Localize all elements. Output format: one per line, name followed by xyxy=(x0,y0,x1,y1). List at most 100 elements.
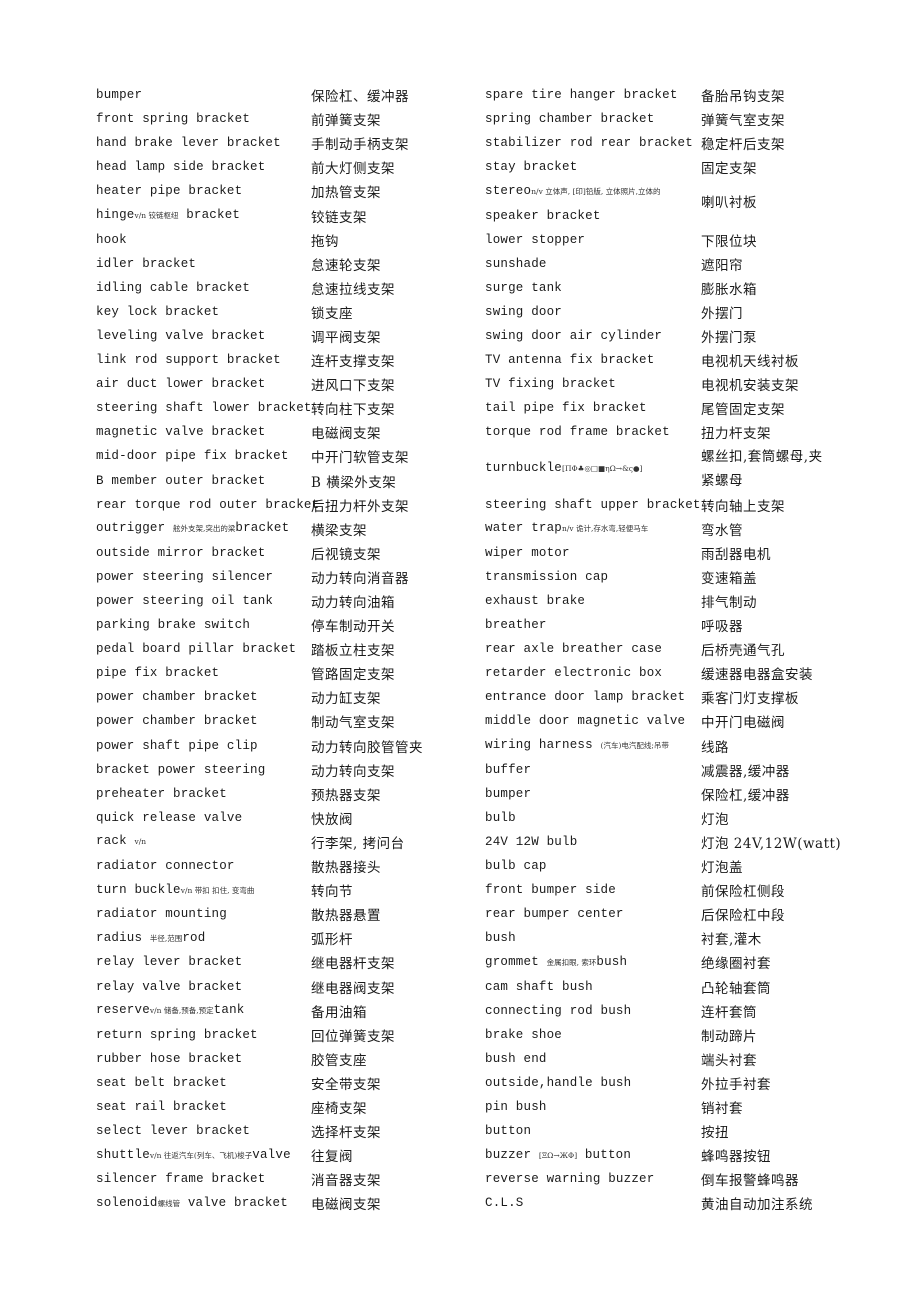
english-term: bulb cap xyxy=(485,859,547,874)
chinese-translation: 座椅支架 xyxy=(311,1100,367,1117)
glossary-row: TV antenna fix bracket 电视机天线衬板 xyxy=(485,348,841,372)
glossary-row: outside mirror bracket 后视镜支架 xyxy=(96,541,423,565)
glossary-row: spring chamber bracket 弹簧气室支架 xyxy=(485,107,841,131)
chinese-translation: 动力转向胶管管夹 xyxy=(311,739,423,756)
chinese-translation: 膨胀水箱 xyxy=(701,281,757,298)
chinese-translation: 后保险杠中段 xyxy=(701,908,785,925)
glossary-row: power chamber bracket 动力缸支架 xyxy=(96,685,423,709)
english-term: breather xyxy=(485,618,547,633)
inline-definition-note: (汽车)电汽配线;吊带 xyxy=(600,741,669,751)
chinese-translation: 消音器支架 xyxy=(311,1173,381,1190)
english-term-suffix: speaker bracket xyxy=(485,208,601,223)
english-term: radiator mounting xyxy=(96,907,227,922)
english-term: link rod support bracket xyxy=(96,353,281,368)
english-term-text: wiring harness xyxy=(485,738,601,753)
chinese-translation: 动力转向消音器 xyxy=(311,570,409,587)
english-term: mid-door pipe fix bracket xyxy=(96,449,289,464)
english-term: bumper xyxy=(96,88,143,103)
chinese-translation: 安全带支架 xyxy=(311,1076,381,1093)
glossary-row: stereon/v 立体声, [印]铅版, 立体照片,立体的 speaker br… xyxy=(485,179,841,227)
glossary-row: tail pipe fix bracket 尾管固定支架 xyxy=(485,396,841,420)
chinese-translation: 继电器阀支架 xyxy=(311,980,395,997)
english-term-suffix: bracket xyxy=(178,208,241,223)
inline-definition-note: v/n 铰链枢纽 xyxy=(134,211,179,221)
glossary-row: parking brake switch 停车制动开关 xyxy=(96,613,423,637)
chinese-translation: 进风口下支架 xyxy=(311,378,395,395)
chinese-translation: 电磁阀支架 xyxy=(311,1197,381,1214)
chinese-translation: 中开门电磁阀 xyxy=(701,715,785,732)
english-term: silencer frame bracket xyxy=(96,1172,266,1187)
glossary-row: swing door 外摆门 xyxy=(485,300,841,324)
glossary-row: power shaft pipe clip 动力转向胶管管夹 xyxy=(96,734,423,758)
english-term: turn bucklev/n 带扣 扣住, 变弯曲 xyxy=(96,878,311,903)
chinese-translation: 遮阳帘 xyxy=(701,257,743,274)
chinese-translation: 中开门软管支架 xyxy=(311,450,409,467)
chinese-translation: 呼吸器 xyxy=(701,619,743,636)
chinese-translation: 尾管固定支架 xyxy=(701,402,785,419)
chinese-translation: 蜂鸣器按钮 xyxy=(701,1149,771,1166)
chinese-translation: 保险杠,缓冲器 xyxy=(701,787,790,804)
chinese-translation: 稳定杆后支架 xyxy=(701,137,785,154)
chinese-translation: 继电器杆支架 xyxy=(311,956,395,973)
english-term: turnbuckle[ΠΦ♣◎□■ηΩ→&ς●] xyxy=(485,456,701,481)
english-term: swing door air cylinder xyxy=(485,328,663,343)
chinese-translation: 喇叭衬板 xyxy=(701,195,757,212)
english-term: power chamber bracket xyxy=(96,690,258,705)
chinese-translation: 倒车报警蜂鸣器 xyxy=(701,1173,799,1190)
english-term: idling cable bracket xyxy=(96,280,251,295)
chinese-translation: 动力转向支架 xyxy=(311,763,395,780)
english-term: hand brake lever bracket xyxy=(96,136,281,151)
glossary-column-right: spare tire hanger bracket 备胎吊钩支架 spring ch… xyxy=(485,83,841,1215)
glossary-row: reverse warning buzzer 倒车报警蜂鸣器 xyxy=(485,1167,841,1191)
glossary-row: idling cable bracket 怠速拉线支架 xyxy=(96,276,423,300)
chinese-translation: 线路 xyxy=(701,739,729,756)
chinese-translation: 预热器支架 xyxy=(311,787,381,804)
glossary-row: wiring harness (汽车)电汽配线;吊带 线路 xyxy=(485,734,841,758)
chinese-translation: 锁支座 xyxy=(311,305,353,322)
inline-definition-note: [ΞΩ→ЖΦ] xyxy=(538,1150,578,1160)
chinese-translation: 怠速轮支架 xyxy=(311,257,381,274)
glossary-row: buzzer [ΞΩ→ЖΦ] button 蜂鸣器按钮 xyxy=(485,1143,841,1167)
glossary-row: link rod support bracket 连杆支撑支架 xyxy=(96,348,423,372)
chinese-translation: 停车制动开关 xyxy=(311,619,395,636)
chinese-translation: 绝缘圈衬套 xyxy=(701,956,771,973)
chinese-translation: 往复阀 xyxy=(311,1149,353,1166)
english-term-suffix: valve bracket xyxy=(180,1195,288,1210)
glossary-row: torque rod frame bracket 扭力杆支架 xyxy=(485,420,841,444)
chinese-translation: 调平阀支架 xyxy=(311,329,381,346)
english-term: TV antenna fix bracket xyxy=(485,353,655,368)
document-page: bumper 保险杠、缓冲器 front spring bracket 前弹簧支架 ha… xyxy=(0,0,920,1302)
english-term: rear axle breather case xyxy=(485,642,663,657)
chinese-translation: 转向柱下支架 xyxy=(311,402,395,419)
english-term: shuttlev/n 往返汽车(列车、飞机)梭子valve xyxy=(96,1143,311,1168)
english-term-suffix: bush xyxy=(596,954,628,969)
glossary-row: 24V 12W bulb 灯泡 24V,12W(watt) xyxy=(485,830,841,854)
english-term: front bumper side xyxy=(485,883,616,898)
glossary-row: seat rail bracket 座椅支架 xyxy=(96,1095,423,1119)
english-term: spring chamber bracket xyxy=(485,112,655,127)
chinese-translation: 快放阀 xyxy=(311,811,353,828)
chinese-translation: B 横梁外支架 xyxy=(311,474,397,491)
chinese-translation: 销衬套 xyxy=(701,1100,743,1117)
glossary-row: exhaust brake 排气制动 xyxy=(485,589,841,613)
english-term: outrigger 舷外支架,突出的梁bracket xyxy=(96,516,311,541)
english-term: select lever bracket xyxy=(96,1124,251,1139)
english-term: reservev/n 储备,预备,预定tank xyxy=(96,998,311,1023)
english-term: bumper xyxy=(485,786,532,801)
chinese-translation: 踏板立柱支架 xyxy=(311,643,395,660)
glossary-row: hand brake lever bracket 手制动手柄支架 xyxy=(96,131,423,155)
english-term-text: turn buckle xyxy=(96,882,181,897)
inline-definition-note: v/n 储备,预备,预定 xyxy=(149,1006,214,1016)
glossary-row: bracket power steering 动力转向支架 xyxy=(96,758,423,782)
chinese-translation: 行李架, 拷问台 xyxy=(311,835,405,852)
glossary-row: stay bracket 固定支架 xyxy=(485,155,841,179)
glossary-row: front bumper side 前保险杠侧段 xyxy=(485,878,841,902)
chinese-translation: 衬套,灌木 xyxy=(701,932,762,949)
glossary-row: return spring bracket 回位弹簧支架 xyxy=(96,1023,423,1047)
english-term: lower stopper xyxy=(485,232,586,247)
glossary-row: pin bush 销衬套 xyxy=(485,1095,841,1119)
english-term-text: water trap xyxy=(485,521,563,536)
glossary-row: idler bracket 怠速轮支架 xyxy=(96,252,423,276)
glossary-row: magnetic valve bracket 电磁阀支架 xyxy=(96,420,423,444)
english-term: stereon/v 立体声, [印]铅版, 立体照片,立体的 speaker br… xyxy=(485,179,701,228)
